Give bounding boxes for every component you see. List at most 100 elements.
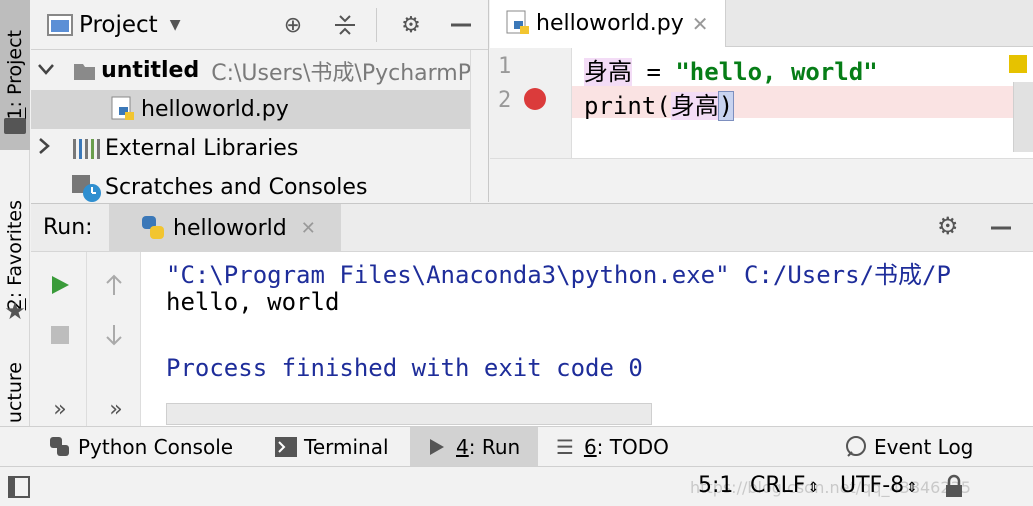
run-tab-helloworld[interactable]: helloworld ✕ xyxy=(109,204,341,252)
python-icon xyxy=(50,437,69,456)
console-line: Process finished with exit code 0 xyxy=(166,354,643,382)
run-tab-label: helloworld xyxy=(173,215,287,241)
structure-tab-label: ucture xyxy=(4,362,26,424)
locate-icon[interactable]: ⊕ xyxy=(277,9,309,41)
bottom-tool-bar: Python Console Terminal 4: Run ☰ 6: TODO… xyxy=(0,426,1033,467)
left-tool-strip: 1: Project 2: Favorites ★ ucture xyxy=(0,0,30,426)
console-horizontal-scrollbar[interactable] xyxy=(166,403,652,425)
project-tab-label: : Project xyxy=(4,30,26,108)
editor-tab-label: helloworld.py xyxy=(536,11,684,36)
code-string: "hello, world" xyxy=(675,58,878,86)
chevron-down-icon[interactable] xyxy=(37,61,55,80)
tab-label: Terminal xyxy=(304,435,389,459)
run-tab-key: 4 xyxy=(456,435,469,459)
terminal-tab[interactable]: Terminal xyxy=(274,427,389,467)
todo-tab[interactable]: ☰ 6: TODO xyxy=(556,427,669,467)
more-icon[interactable]: » xyxy=(101,394,131,424)
gear-icon[interactable]: ⚙ xyxy=(937,212,959,240)
star-icon: ★ xyxy=(4,297,26,325)
code-variable: 身高 xyxy=(670,92,719,120)
editor-tab-helloworld[interactable]: helloworld.py ✕ xyxy=(490,0,726,47)
tool-window-toggle-icon[interactable] xyxy=(8,476,30,502)
project-view-icon xyxy=(47,13,73,36)
run-window: Run: helloworld ✕ ⚙ » » "C:\Program File… xyxy=(31,203,1033,427)
terminal-icon xyxy=(275,437,297,457)
structure-tool-tab[interactable]: ucture xyxy=(0,360,30,426)
minimize-icon[interactable] xyxy=(989,216,1013,244)
editor-gutter[interactable]: 1 2 xyxy=(490,48,572,158)
editor-scrollbar[interactable] xyxy=(1013,82,1033,152)
tree-item-label: Scratches and Consoles xyxy=(105,175,368,200)
tree-item-label: External Libraries xyxy=(105,136,299,161)
python-icon xyxy=(142,216,164,239)
folder-icon xyxy=(74,63,96,80)
close-icon[interactable]: ✕ xyxy=(301,218,316,239)
lock-icon[interactable] xyxy=(944,474,964,504)
tree-item-helloworld[interactable]: helloworld.py xyxy=(31,90,471,129)
stop-icon[interactable] xyxy=(45,320,75,350)
python-console-tab[interactable]: Python Console xyxy=(48,427,233,467)
run-header: Run: helloworld ✕ ⚙ xyxy=(31,204,1033,252)
editor-empty-area xyxy=(490,158,1033,202)
line-separator[interactable]: CRLF ⇕ xyxy=(750,473,819,498)
event-log-tab[interactable]: Event Log xyxy=(844,427,973,467)
caret-position[interactable]: 5:1 xyxy=(698,473,733,498)
tab-label: Event Log xyxy=(874,435,974,459)
line-separator-label: CRLF xyxy=(750,473,806,498)
chevron-right-icon[interactable] xyxy=(37,136,51,161)
breakpoint-icon[interactable] xyxy=(524,88,546,110)
more-icon[interactable]: » xyxy=(45,394,75,424)
python-file-icon xyxy=(506,10,529,34)
library-icon xyxy=(73,138,100,159)
close-icon[interactable]: ✕ xyxy=(692,12,709,36)
code-operator: = xyxy=(632,58,676,86)
inspection-marker-icon[interactable] xyxy=(1009,55,1027,73)
gear-icon[interactable]: ⚙ xyxy=(395,9,427,41)
console-line: hello, world xyxy=(166,288,340,316)
code-function: print( xyxy=(584,92,671,120)
run-icon xyxy=(430,439,444,455)
minimize-icon[interactable] xyxy=(445,9,477,41)
rerun-icon[interactable] xyxy=(45,270,75,300)
run-toolbar: » » xyxy=(31,252,141,427)
editor-tab-bar: helloworld.py ✕ xyxy=(490,0,1033,47)
tree-item-label: untitled xyxy=(101,58,200,83)
updown-icon: ⇕ xyxy=(807,480,820,496)
favorites-tab-label: : Favorites xyxy=(4,199,26,299)
line-number: 1 xyxy=(498,54,512,79)
tree-item-untitled[interactable]: untitled C:\Users\书成\PycharmP xyxy=(31,51,471,90)
project-scrollbar[interactable] xyxy=(470,50,488,202)
code-line-2[interactable]: print(身高) xyxy=(584,86,735,121)
tree-item-scratches[interactable]: Scratches and Consoles xyxy=(31,168,471,202)
collapse-all-icon[interactable] xyxy=(329,9,361,41)
project-panel: Project ▼ ⊕ ⚙ untitled C:\Users\书成\Pycha… xyxy=(31,0,489,202)
tab-label: Python Console xyxy=(78,435,234,459)
todo-tab-key: 6 xyxy=(583,435,597,459)
tree-item-label: helloworld.py xyxy=(141,97,289,122)
tab-label: : Run xyxy=(468,435,521,459)
header-divider xyxy=(376,8,377,42)
console-line: "C:\Program Files\Anaconda3\python.exe" … xyxy=(166,261,951,289)
tab-label: : TODO xyxy=(596,435,669,459)
file-encoding[interactable]: UTF-8 ⇕ xyxy=(840,473,918,498)
list-icon: ☰ xyxy=(556,435,574,459)
chevron-down-icon[interactable]: ▼ xyxy=(170,17,181,33)
tree-item-external-libraries[interactable]: External Libraries xyxy=(31,129,471,168)
project-panel-header: Project ▼ ⊕ ⚙ xyxy=(31,0,488,50)
code-paren: ) xyxy=(717,91,735,121)
python-file-icon xyxy=(111,96,134,120)
folder-icon xyxy=(4,118,26,134)
toolbar-divider xyxy=(86,252,87,427)
updown-icon: ⇕ xyxy=(906,480,918,496)
project-panel-title[interactable]: Project xyxy=(79,12,158,38)
file-encoding-label: UTF-8 xyxy=(840,473,905,498)
run-tool-tab[interactable]: 4: Run xyxy=(410,427,538,467)
event-log-icon xyxy=(846,436,866,457)
code-line-1[interactable]: 身高 = "hello, world" xyxy=(584,52,878,87)
editor: helloworld.py ✕ 1 2 身高 = "hello, world" … xyxy=(490,0,1033,202)
tree-item-path: C:\Users\书成\PycharmP xyxy=(211,60,471,86)
scratches-icon xyxy=(72,174,101,202)
code-variable: 身高 xyxy=(584,58,632,86)
arrow-up-icon[interactable] xyxy=(99,270,129,300)
arrow-down-icon[interactable] xyxy=(99,320,129,350)
